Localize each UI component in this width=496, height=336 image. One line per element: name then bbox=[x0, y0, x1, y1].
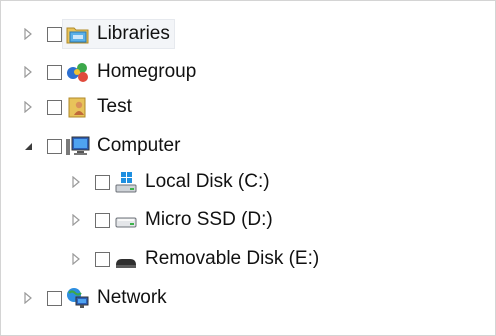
tree-item-label: Removable Disk (E:) bbox=[145, 248, 320, 269]
tree-item-label: Network bbox=[97, 287, 167, 308]
tree-item-label: Libraries bbox=[97, 23, 170, 44]
tree-item-label-wrap: Libraries bbox=[62, 19, 175, 49]
checkbox[interactable] bbox=[95, 251, 110, 267]
expand-arrow-icon[interactable] bbox=[21, 90, 35, 124]
tree-item-libraries[interactable]: Libraries bbox=[21, 17, 175, 51]
tree-item-micro-ssd-d[interactable]: Micro SSD (D:) bbox=[69, 203, 278, 237]
tree-item-local-disk-c[interactable]: Local Disk (C:) bbox=[69, 165, 275, 199]
tree-item-label-wrap: Local Disk (C:) bbox=[110, 167, 275, 197]
tree-item-label-wrap: Removable Disk (E:) bbox=[110, 244, 324, 274]
checkbox[interactable] bbox=[47, 64, 62, 80]
local-disk-icon bbox=[113, 169, 139, 195]
homegroup-icon bbox=[65, 59, 91, 85]
tree-item-label-wrap: Homegroup bbox=[62, 57, 201, 87]
tree-item-label-wrap: Test bbox=[62, 92, 137, 122]
tree-item-label: Computer bbox=[97, 135, 181, 156]
tree-item-label: Homegroup bbox=[97, 61, 197, 82]
expand-arrow-icon[interactable] bbox=[69, 203, 83, 237]
tree-item-homegroup[interactable]: Homegroup bbox=[21, 55, 201, 89]
tree-item-label-wrap: Network bbox=[62, 283, 172, 313]
tree-item-network[interactable]: Network bbox=[21, 281, 172, 315]
tree-item-label-wrap: Computer bbox=[62, 131, 185, 161]
tree-item-test[interactable]: Test bbox=[21, 90, 137, 124]
tree-item-label-wrap: Micro SSD (D:) bbox=[110, 205, 278, 235]
network-icon bbox=[65, 285, 91, 311]
expand-arrow-icon[interactable] bbox=[69, 242, 83, 276]
tree-item-label: Micro SSD (D:) bbox=[145, 209, 273, 230]
navigation-pane: Libraries Homegroup Test Computer Local … bbox=[0, 0, 496, 336]
drive-icon bbox=[113, 207, 139, 233]
expand-arrow-icon[interactable] bbox=[69, 165, 83, 199]
checkbox[interactable] bbox=[47, 99, 62, 115]
computer-icon bbox=[65, 133, 91, 159]
libraries-icon bbox=[65, 21, 91, 47]
folder-tree: Libraries Homegroup Test Computer Local … bbox=[1, 1, 495, 335]
checkbox[interactable] bbox=[47, 290, 62, 306]
checkbox[interactable] bbox=[95, 174, 110, 190]
tree-item-label: Local Disk (C:) bbox=[145, 171, 270, 192]
checkbox[interactable] bbox=[47, 138, 62, 154]
checkbox[interactable] bbox=[95, 212, 110, 228]
removable-disk-icon bbox=[113, 246, 139, 272]
tree-item-removable-disk-e[interactable]: Removable Disk (E:) bbox=[69, 242, 324, 276]
expand-arrow-icon[interactable] bbox=[21, 55, 35, 89]
tree-item-label: Test bbox=[97, 96, 132, 117]
collapse-arrow-icon[interactable] bbox=[21, 129, 35, 163]
user-folder-icon bbox=[65, 94, 91, 120]
expand-arrow-icon[interactable] bbox=[21, 281, 35, 315]
checkbox[interactable] bbox=[47, 26, 62, 42]
expand-arrow-icon[interactable] bbox=[21, 17, 35, 51]
tree-item-computer[interactable]: Computer bbox=[21, 129, 185, 163]
